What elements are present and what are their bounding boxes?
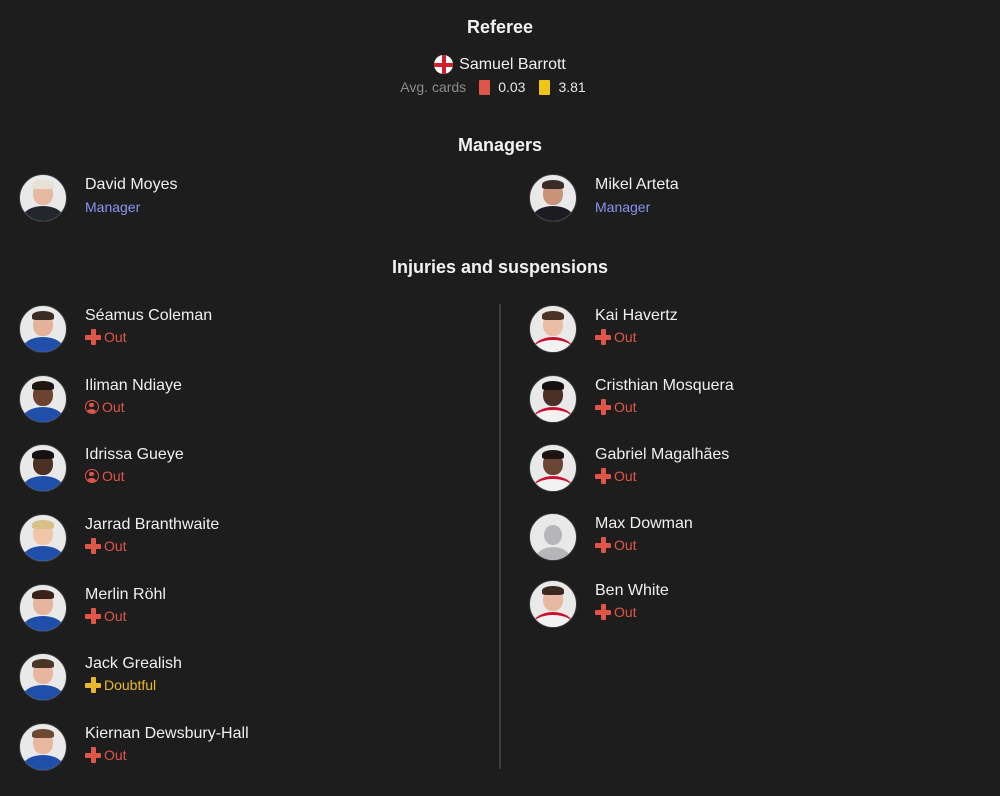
- injury-cross-icon: [85, 677, 101, 693]
- injury-cross-icon: [85, 329, 101, 345]
- away-player-name: Max Dowman: [595, 515, 693, 532]
- home-player-status: Out: [85, 538, 127, 554]
- injuries-title: Injuries and suspensions: [391, 257, 609, 277]
- home-player-name: Idrissa Gueye: [85, 446, 184, 463]
- red-card-icon: [479, 79, 491, 95]
- england-flag-icon: [434, 55, 454, 74]
- yellow-card-icon: [539, 79, 551, 95]
- manager-away[interactable]: Mikel Arteta Manager: [529, 174, 929, 222]
- home-player-status-label: Out: [104, 747, 127, 763]
- injury-cross-icon: [85, 608, 101, 624]
- away-player-name: Kai Havertz: [595, 307, 678, 324]
- away-player-status-label: Out: [614, 604, 637, 620]
- manager-home[interactable]: David Moyes Manager: [19, 174, 419, 222]
- home-player-name: Kiernan Dewsbury-Hall: [85, 725, 249, 742]
- home-player-name: Merlin Röhl: [85, 586, 166, 603]
- away-player-name: Ben White: [595, 582, 669, 599]
- home-player-avatar: [19, 723, 67, 771]
- home-player-name: Jarrad Branthwaite: [85, 516, 220, 533]
- home-player-name: Séamus Coleman: [85, 307, 213, 324]
- home-player-status: Out: [85, 468, 125, 484]
- home-player-status-label: Doubtful: [104, 677, 157, 693]
- manager-away-name: Mikel Arteta: [595, 176, 679, 193]
- home-player-status-label: Out: [102, 468, 125, 484]
- home-player-status-label: Out: [104, 608, 127, 624]
- injury-cross-icon: [85, 538, 101, 554]
- manager-away-role: Manager: [595, 199, 651, 215]
- home-player-avatar: [19, 514, 67, 562]
- home-injured-player[interactable]: Jack Grealish Doubtful: [19, 653, 419, 701]
- home-player-status: Out: [85, 608, 127, 624]
- team-divider: [499, 304, 501, 769]
- home-player-status-label: Out: [104, 329, 127, 345]
- away-player-avatar: [529, 580, 577, 628]
- away-player-status: Out: [595, 604, 637, 620]
- home-player-avatar: [19, 653, 67, 701]
- home-injured-player[interactable]: Séamus Coleman Out: [19, 305, 419, 353]
- home-player-avatar: [19, 305, 67, 353]
- managers-title: Managers: [457, 135, 543, 155]
- home-player-status: Out: [85, 399, 125, 415]
- manager-home-avatar: [19, 174, 67, 222]
- red-card-average: 0.03: [498, 79, 526, 95]
- away-player-avatar: [529, 305, 577, 353]
- home-injured-player[interactable]: Kiernan Dewsbury-Hall Out: [19, 723, 419, 771]
- away-player-status-label: Out: [614, 537, 637, 553]
- referee-row[interactable]: Samuel Barrott: [0, 55, 1000, 74]
- away-player-status: Out: [595, 329, 637, 345]
- manager-away-avatar: [529, 174, 577, 222]
- away-injured-player[interactable]: Kai Havertz Out: [529, 305, 929, 353]
- home-injured-player[interactable]: Merlin Röhl Out: [19, 584, 419, 632]
- manager-home-role: Manager: [85, 199, 141, 215]
- home-player-name: Jack Grealish: [85, 655, 182, 672]
- avg-cards-label: Avg. cards: [400, 79, 467, 95]
- home-player-avatar: [19, 584, 67, 632]
- referee-cards: Avg. cards 0.03 3.81: [0, 79, 1000, 95]
- home-injured-player[interactable]: Iliman Ndiaye Out: [19, 375, 419, 423]
- away-player-name: Cristhian Mosquera: [595, 377, 734, 394]
- home-player-status: Doubtful: [85, 677, 156, 693]
- away-player-status: Out: [595, 399, 637, 415]
- injury-cross-icon: [595, 329, 611, 345]
- home-player-status-label: Out: [102, 399, 125, 415]
- suspension-icon: [85, 400, 99, 414]
- home-player-name: Iliman Ndiaye: [85, 377, 182, 394]
- manager-home-name: David Moyes: [85, 176, 178, 193]
- referee-title: Referee: [466, 17, 534, 37]
- away-player-name: Gabriel Magalhães: [595, 446, 730, 463]
- home-player-status: Out: [85, 747, 127, 763]
- away-injured-player[interactable]: Gabriel Magalhães Out: [529, 444, 929, 492]
- home-player-status-label: Out: [104, 538, 127, 554]
- home-player-avatar: [19, 444, 67, 492]
- away-player-status-label: Out: [614, 329, 637, 345]
- suspension-icon: [85, 469, 99, 483]
- injury-cross-icon: [85, 747, 101, 763]
- injury-cross-icon: [595, 537, 611, 553]
- away-player-avatar: [529, 513, 577, 561]
- away-player-avatar: [529, 444, 577, 492]
- home-injured-player[interactable]: Idrissa Gueye Out: [19, 444, 419, 492]
- injury-cross-icon: [595, 604, 611, 620]
- away-player-status: Out: [595, 468, 637, 484]
- away-injured-player[interactable]: Ben White Out: [529, 580, 929, 628]
- away-player-status-label: Out: [614, 399, 637, 415]
- home-injured-player[interactable]: Jarrad Branthwaite Out: [19, 514, 419, 562]
- injury-cross-icon: [595, 399, 611, 415]
- away-injured-player[interactable]: Max Dowman Out: [529, 513, 929, 561]
- home-player-avatar: [19, 375, 67, 423]
- referee-name[interactable]: Samuel Barrott: [459, 56, 566, 74]
- away-player-status-label: Out: [614, 468, 637, 484]
- away-player-avatar: [529, 375, 577, 423]
- injury-cross-icon: [595, 468, 611, 484]
- yellow-card-average: 3.81: [558, 79, 586, 95]
- away-player-status: Out: [595, 537, 637, 553]
- away-injured-player[interactable]: Cristhian Mosquera Out: [529, 375, 929, 423]
- home-player-status: Out: [85, 329, 127, 345]
